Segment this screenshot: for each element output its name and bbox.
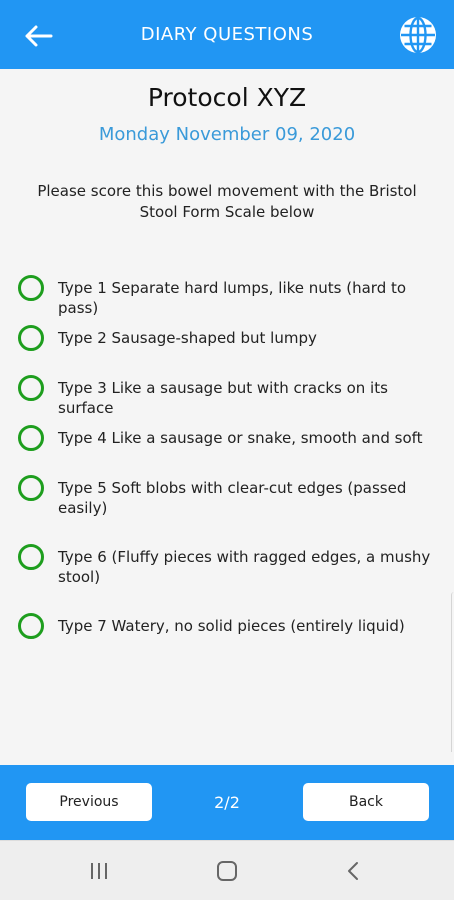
chevron-left-icon bbox=[348, 862, 358, 880]
home-icon bbox=[217, 861, 237, 881]
option-type-5[interactable]: Type 5 Soft blobs with clear-cut edges (… bbox=[18, 475, 440, 518]
system-back-button[interactable] bbox=[333, 855, 373, 887]
radio-button[interactable] bbox=[18, 544, 44, 570]
option-label: Type 2 Sausage-shaped but lumpy bbox=[58, 329, 317, 347]
recents-icon bbox=[91, 863, 107, 879]
arrow-left-icon bbox=[25, 25, 53, 47]
option-type-3[interactable]: Type 3 Like a sausage but with cracks on… bbox=[18, 375, 440, 418]
radio-button[interactable] bbox=[18, 425, 44, 451]
radio-button[interactable] bbox=[18, 613, 44, 639]
diary-date: Monday November 09, 2020 bbox=[98, 124, 356, 145]
app-header: DIARY QUESTIONS bbox=[0, 0, 454, 69]
option-type-7[interactable]: Type 7 Watery, no solid pieces (entirely… bbox=[18, 613, 440, 639]
radio-button[interactable] bbox=[18, 375, 44, 401]
page-indicator: 2/2 bbox=[214, 793, 240, 812]
option-label: Type 3 Like a sausage but with cracks on… bbox=[58, 379, 388, 417]
option-label: Type 6 (Fluffy pieces with ragged edges,… bbox=[58, 548, 431, 586]
home-button[interactable] bbox=[207, 855, 247, 887]
footer-bar: Previous 2/2 Back bbox=[0, 765, 454, 840]
option-type-2[interactable]: Type 2 Sausage-shaped but lumpy bbox=[18, 325, 440, 351]
option-label: Type 4 Like a sausage or snake, smooth a… bbox=[58, 429, 423, 447]
diary-content: Protocol XYZ Monday November 09, 2020 Pl… bbox=[0, 69, 454, 765]
language-button[interactable] bbox=[398, 15, 438, 55]
recents-button[interactable] bbox=[79, 855, 119, 887]
radio-button[interactable] bbox=[18, 475, 44, 501]
radio-button[interactable] bbox=[18, 275, 44, 301]
option-label: Type 5 Soft blobs with clear-cut edges (… bbox=[58, 479, 407, 517]
option-label: Type 1 Separate hard lumps, like nuts (h… bbox=[58, 279, 407, 317]
protocol-title: Protocol XYZ bbox=[147, 83, 307, 112]
back-button[interactable]: Back bbox=[303, 783, 429, 821]
previous-button[interactable]: Previous bbox=[26, 783, 152, 821]
option-type-1[interactable]: Type 1 Separate hard lumps, like nuts (h… bbox=[18, 275, 440, 318]
option-type-4[interactable]: Type 4 Like a sausage or snake, smooth a… bbox=[18, 425, 440, 451]
page-title: DIARY QUESTIONS bbox=[140, 24, 314, 45]
question-text: Please score this bowel movement with th… bbox=[37, 182, 417, 221]
globe-icon bbox=[400, 16, 436, 54]
option-label: Type 7 Watery, no solid pieces (entirely… bbox=[58, 617, 405, 635]
system-navigation-bar bbox=[0, 840, 454, 900]
back-arrow-button[interactable] bbox=[18, 18, 58, 54]
radio-button[interactable] bbox=[18, 325, 44, 351]
option-type-6[interactable]: Type 6 (Fluffy pieces with ragged edges,… bbox=[18, 544, 440, 587]
